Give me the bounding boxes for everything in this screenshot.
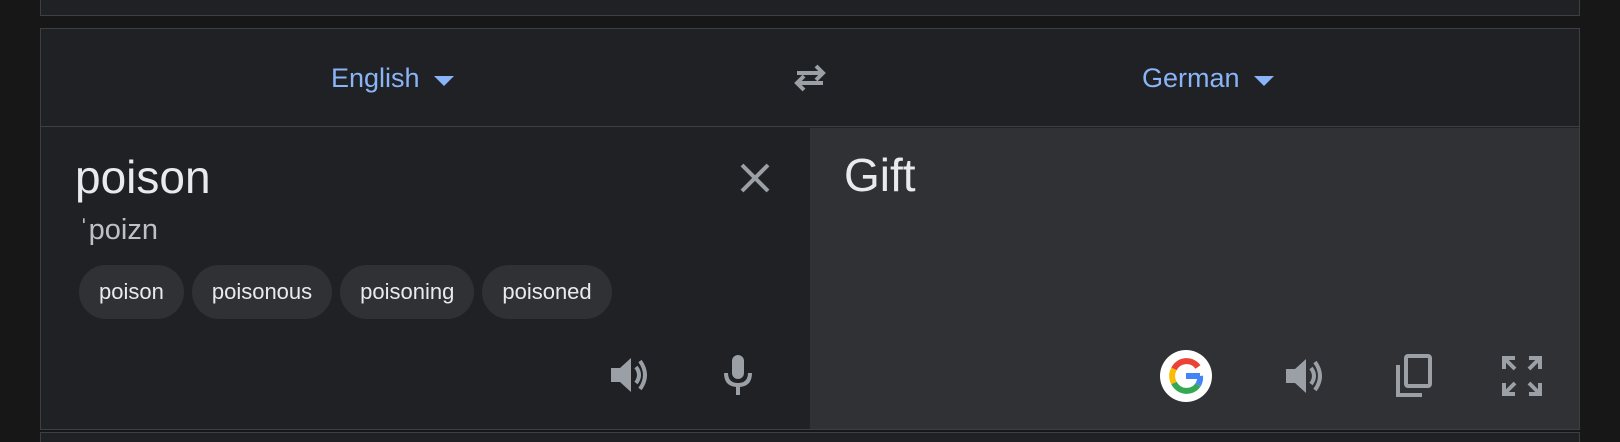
suggestion-chip[interactable]: poison (79, 265, 184, 319)
speaker-icon (611, 358, 647, 392)
copy-translation-button[interactable] (1388, 350, 1440, 402)
copy-icon (1396, 354, 1432, 397)
swap-languages-button[interactable] (785, 53, 835, 103)
next-card (40, 432, 1580, 442)
language-bar: English German (41, 29, 1579, 127)
fullscreen-button[interactable] (1496, 350, 1548, 402)
translation-output: Gift (844, 149, 916, 201)
source-text-input[interactable]: poison (75, 150, 211, 204)
speaker-icon (1286, 359, 1322, 393)
target-language-select[interactable]: German (1142, 29, 1274, 127)
page: English German poison ˈpoizn poison pois… (0, 0, 1620, 442)
source-text-panel[interactable]: poison ˈpoizn poison poisonous poisoning… (41, 128, 810, 429)
source-language-select[interactable]: English (331, 29, 454, 127)
microphone-icon (724, 355, 752, 395)
google-logo-icon (1169, 358, 1204, 394)
fullscreen-icon (1502, 356, 1542, 396)
clear-source-text-button[interactable] (733, 156, 777, 200)
translation-panel: Gift (810, 128, 1579, 429)
translator-card: English German poison ˈpoizn poison pois… (40, 28, 1580, 430)
suggestion-chip[interactable]: poisoning (340, 265, 475, 319)
source-language-label: English (331, 62, 420, 93)
suggestion-chips: poison poisonous poisoning poisoned (79, 265, 612, 319)
close-icon (740, 163, 770, 193)
chevron-down-icon (433, 76, 454, 86)
previous-card (40, 0, 1580, 16)
google-logo-button[interactable] (1160, 350, 1212, 402)
swap-languages-icon (794, 64, 826, 92)
target-language-label: German (1142, 62, 1240, 93)
listen-source-button[interactable] (603, 349, 655, 401)
chevron-down-icon (1253, 76, 1274, 86)
microphone-button[interactable] (712, 349, 764, 401)
phonetic-transcription: ˈpoizn (79, 214, 158, 246)
suggestion-chip[interactable]: poisonous (191, 265, 333, 319)
suggestion-chip[interactable]: poisoned (482, 265, 612, 319)
listen-translation-button[interactable] (1278, 350, 1330, 402)
